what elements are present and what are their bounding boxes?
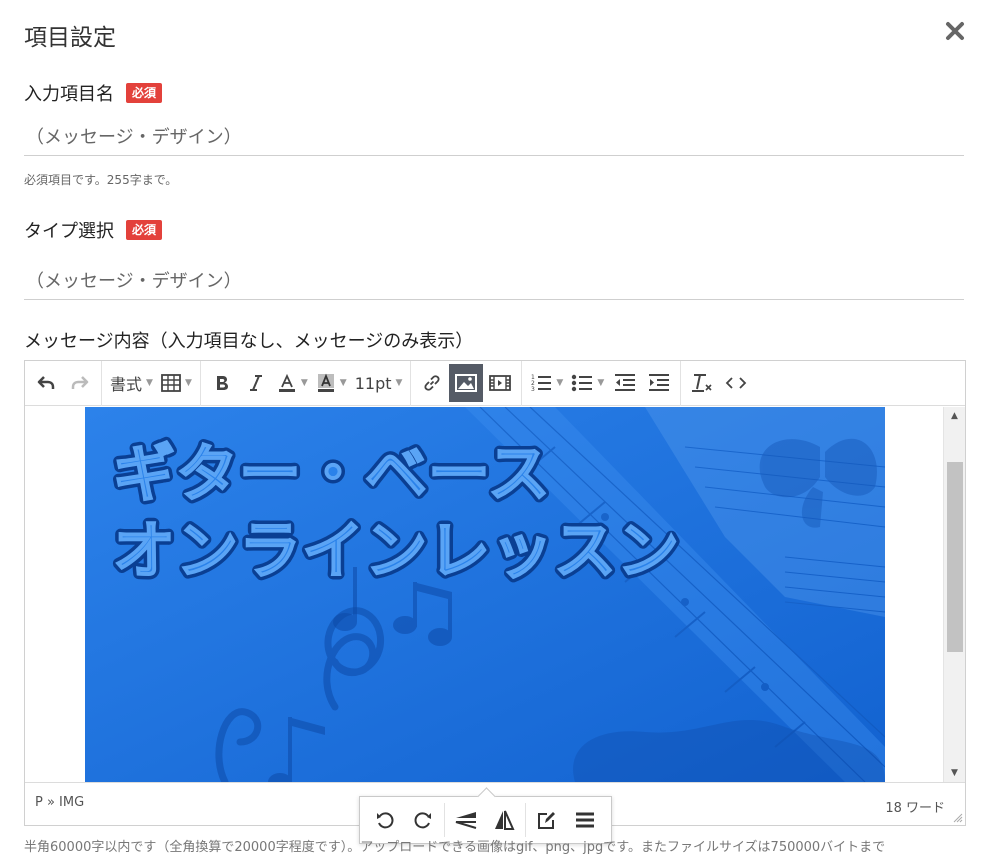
field-type-label-text: タイプ選択 bbox=[24, 221, 114, 242]
chevron-down-icon: ▼ bbox=[184, 378, 192, 388]
format-dropdown[interactable]: 書式 ▼ bbox=[106, 364, 157, 402]
redo-button[interactable] bbox=[63, 364, 97, 402]
rotate-left-button[interactable] bbox=[366, 803, 404, 837]
bold-icon bbox=[216, 376, 228, 390]
editor-scrollbar[interactable]: ▲ ▼ bbox=[943, 407, 965, 782]
text-color-icon bbox=[278, 373, 295, 392]
image-button[interactable] bbox=[449, 364, 484, 402]
flip-horizontal-button[interactable] bbox=[485, 803, 523, 837]
table-dropdown[interactable]: ▼ bbox=[157, 364, 196, 402]
source-code-icon bbox=[725, 377, 747, 389]
banner-title-line2-fill: オンラインレッスン bbox=[113, 514, 680, 587]
rich-text-editor: 書式 ▼ ▼ ▼ ▼ 11pt ▼ 1 2 3 ▼ ▼ ギター・ベース ギター・… bbox=[24, 360, 966, 826]
format-label: 書式 bbox=[110, 375, 143, 394]
editor-content[interactable]: ギター・ベース ギター・ベース オンラインレッスン オンラインレッスン bbox=[25, 407, 943, 782]
outdent-button[interactable] bbox=[608, 364, 642, 402]
resize-handle-icon[interactable] bbox=[953, 813, 963, 823]
font-size-dropdown[interactable]: 11pt ▼ bbox=[351, 364, 407, 402]
redo-icon bbox=[71, 376, 89, 389]
source-code-button[interactable] bbox=[719, 364, 753, 402]
rotate-right-icon bbox=[414, 812, 431, 829]
chevron-down-icon: ▼ bbox=[146, 378, 153, 388]
field-type-label: タイプ選択 必須 bbox=[24, 217, 163, 243]
text-color-button[interactable]: ▼ bbox=[273, 364, 312, 402]
bullet-list-icon bbox=[572, 374, 593, 392]
font-size-label: 11pt bbox=[354, 373, 392, 393]
modal-title: 項目設定 bbox=[24, 25, 116, 51]
field-name-help: 必須項目です。255字まで。 bbox=[24, 173, 178, 187]
outdent-icon bbox=[615, 374, 636, 391]
svg-text:3: 3 bbox=[531, 386, 535, 393]
chevron-down-icon: ▼ bbox=[597, 378, 605, 388]
field-name-label: 入力項目名 必須 bbox=[24, 80, 163, 106]
scroll-down-arrow-icon[interactable]: ▼ bbox=[944, 764, 965, 782]
rotate-right-button[interactable] bbox=[404, 803, 442, 837]
field-name-label-text: 入力項目名 bbox=[24, 84, 114, 105]
bold-button[interactable] bbox=[205, 364, 239, 402]
background-color-icon bbox=[317, 373, 334, 392]
background-color-button[interactable]: ▼ bbox=[312, 364, 351, 402]
media-button[interactable] bbox=[483, 364, 517, 402]
element-path[interactable]: P » IMG bbox=[35, 795, 84, 810]
chevron-down-icon: ▼ bbox=[556, 378, 564, 388]
message-label: メッセージ内容（入力項目なし、メッセージのみ表示） bbox=[24, 331, 474, 352]
link-button[interactable] bbox=[415, 364, 449, 402]
close-button[interactable] bbox=[944, 20, 966, 42]
bullet-list-button[interactable]: ▼ bbox=[567, 364, 608, 402]
undo-icon bbox=[37, 376, 55, 389]
undo-button[interactable] bbox=[29, 364, 63, 402]
required-badge: 必須 bbox=[126, 83, 163, 103]
image-icon bbox=[455, 374, 478, 392]
link-icon bbox=[424, 375, 440, 391]
chevron-down-icon: ▼ bbox=[339, 378, 347, 388]
word-count: 18 ワード bbox=[885, 801, 945, 816]
field-name-input[interactable] bbox=[24, 116, 964, 156]
banner-artwork: ギター・ベース ギター・ベース オンラインレッスン オンラインレッスン bbox=[85, 407, 885, 782]
field-type-input[interactable] bbox=[24, 260, 964, 300]
edit-image-icon bbox=[538, 812, 555, 829]
banner-title-line1-fill: ギター・ベース bbox=[113, 437, 551, 510]
scroll-thumb[interactable] bbox=[947, 462, 963, 652]
editor-help-text: 半角60000字以内です（全角換算で20000字程度です）。アップロードできる画… bbox=[24, 840, 886, 855]
editor-toolbar: 書式 ▼ ▼ ▼ ▼ 11pt ▼ 1 2 3 ▼ ▼ bbox=[25, 360, 965, 406]
clear-formatting-button[interactable] bbox=[685, 364, 719, 402]
required-badge: 必須 bbox=[126, 220, 163, 240]
close-icon[interactable] bbox=[944, 20, 966, 42]
rotate-left-icon bbox=[377, 812, 394, 829]
flip-vertical-icon bbox=[455, 812, 477, 829]
media-icon bbox=[489, 375, 512, 391]
chevron-down-icon: ▼ bbox=[395, 378, 403, 388]
italic-icon bbox=[249, 375, 262, 391]
flip-vertical-button[interactable] bbox=[447, 803, 485, 837]
clear-formatting-icon bbox=[692, 374, 712, 392]
chevron-down-icon: ▼ bbox=[300, 378, 308, 388]
image-options-icon bbox=[576, 812, 594, 828]
scroll-up-arrow-icon[interactable]: ▲ bbox=[944, 407, 965, 425]
edit-image-button[interactable] bbox=[528, 803, 566, 837]
indent-button[interactable] bbox=[642, 364, 676, 402]
numbered-list-button[interactable]: 123 ▼ bbox=[526, 364, 567, 402]
flip-horizontal-icon bbox=[495, 810, 515, 830]
guitar-lesson-banner-image[interactable]: ギター・ベース ギター・ベース オンラインレッスン オンラインレッスン bbox=[85, 407, 885, 782]
italic-button[interactable] bbox=[239, 364, 273, 402]
image-options-button[interactable] bbox=[566, 803, 604, 837]
indent-icon bbox=[649, 374, 670, 391]
numbered-list-icon: 123 bbox=[531, 374, 552, 393]
table-icon bbox=[161, 374, 181, 392]
